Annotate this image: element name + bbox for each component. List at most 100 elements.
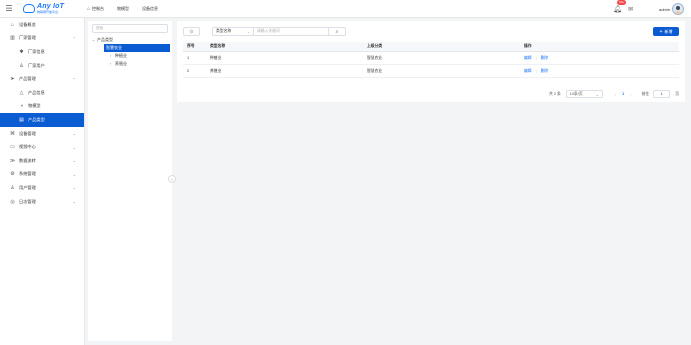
sidebar-item-label: 厂家管理	[19, 35, 36, 41]
username[interactable]: admin	[659, 7, 670, 12]
sidebar-item-device-overview[interactable]: ⌂ 设备概览	[0, 18, 84, 32]
chevron-down-icon: ⌄	[72, 158, 76, 164]
chevron-down-icon: ⌄	[72, 144, 76, 150]
tree-node-selected[interactable]: 智慧农业	[104, 44, 170, 52]
search-input[interactable]: 请输入关键词	[254, 27, 329, 36]
forward-icon: ≫	[9, 157, 16, 164]
page-size-value: 10条/页	[569, 91, 583, 96]
search-button[interactable]: ⌕	[329, 27, 346, 36]
sidebar-item-label: 产品信息	[28, 89, 45, 95]
device-icon: ⌘	[10, 130, 15, 137]
sidebar-item-user-management[interactable]: ♙ 用户管理 ⌄	[0, 181, 84, 195]
chevron-up-icon: ⌃	[72, 76, 76, 82]
tree-node-child[interactable]: › 养殖业	[88, 60, 172, 68]
avatar[interactable]	[672, 3, 684, 15]
reset-button[interactable]: ⊙	[183, 27, 200, 36]
divider: |	[535, 69, 537, 73]
sidebar-item-data-flow[interactable]: ≫ 数据流转 ⌄	[0, 154, 84, 168]
cell-type-name: 种植业	[210, 55, 222, 60]
sidebar-item-thing-model[interactable]: ◑ 物模型	[0, 100, 84, 114]
edit-link[interactable]: 编辑	[524, 56, 532, 61]
chevron-up-icon: ⌃	[72, 35, 76, 41]
sidebar-item-device-management[interactable]: ⌘ 设备管理 ⌄	[0, 127, 84, 141]
sidebar-item-product-management[interactable]: ➤ 产品管理 ⌃	[0, 72, 84, 86]
sidebar-item-vendor-users[interactable]: ♙ 厂家用户	[0, 59, 84, 73]
goto-label: 前往	[641, 91, 650, 96]
delete-link[interactable]: 删除	[541, 56, 549, 61]
search-toolbar: ⊙ 类型名称 ⌄ 请输入关键词 ⌕	[183, 27, 346, 36]
data-table: 序号 类型名称 上级分类 操作 1 种植业 智慧农业 编辑 | 删除 2 养殖业…	[183, 42, 679, 78]
table-header-row: 序号 类型名称 上级分类 操作	[183, 42, 679, 52]
table-row: 1 种植业 智慧农业 编辑 | 删除	[183, 52, 679, 65]
sidebar-item-video-center[interactable]: ▭ 视频中心 ⌄	[0, 140, 84, 154]
table-row: 2 养殖业 智慧农业 编辑 | 删除	[183, 65, 679, 78]
gear-icon: ✱	[19, 48, 24, 55]
tree-node-label: 养殖业	[115, 61, 127, 66]
tree-search-input[interactable]: 搜索	[92, 24, 168, 33]
notification-badge: 99+	[617, 0, 627, 5]
user-icon: ♙	[10, 184, 15, 191]
menu-toggle-icon[interactable]: ☰	[0, 0, 18, 18]
tree-node-child[interactable]: › 种植业	[88, 52, 172, 60]
sidebar-item-vendor-info[interactable]: ✱ 厂家信息	[0, 45, 84, 59]
sidebar-item-product-type[interactable]: ▤ 产品类型	[0, 113, 84, 127]
category-tree-panel: 搜索 ⌄ 产品类型 智慧农业 › 种植业 › 养殖业	[88, 21, 172, 341]
collapse-panel-button[interactable]: ‹	[168, 175, 176, 183]
log-icon: ◎	[10, 198, 15, 205]
sidebar-item-label: 产品类型	[28, 116, 45, 122]
video-icon: ▭	[10, 144, 15, 151]
topnav-thing-model[interactable]: 物模型	[117, 6, 129, 12]
goto-page-input[interactable]: 1	[653, 90, 671, 98]
sidebar-item-product-info[interactable]: △ 产品信息	[0, 86, 84, 100]
home-icon: ⌂	[10, 21, 15, 28]
triangle-icon: △	[19, 89, 24, 96]
page-number-current[interactable]: 1	[622, 92, 624, 96]
cloud-icon	[23, 4, 35, 13]
sidebar-item-label: 系统管理	[19, 171, 36, 177]
sidebar-item-vendor-management[interactable]: ▥ 厂家管理 ⌃	[0, 32, 84, 46]
tree-node-root[interactable]: ⌄ 产品类型	[88, 36, 172, 44]
search-field-select[interactable]: 类型名称 ⌄	[212, 27, 254, 36]
page-size-select[interactable]: 10条/页 ⌄	[565, 90, 603, 98]
page-unit-label: 页	[675, 91, 679, 96]
sidebar-item-label: 产品管理	[19, 76, 36, 82]
add-button[interactable]: + 新增	[653, 27, 679, 36]
sidebar-item-log-management[interactable]: ◎ 日志管理 ⌄	[0, 195, 84, 209]
next-page-button[interactable]: ›	[630, 92, 631, 97]
sidebar-item-system-management[interactable]: ⚙ 系统管理 ⌄	[0, 168, 84, 182]
cell-actions: 编辑 | 删除	[524, 69, 679, 74]
bell-icon: 🔔︎	[613, 6, 623, 13]
message-icon[interactable]: ✉	[628, 6, 633, 13]
topnav-console[interactable]: ⌂ 控制台	[87, 6, 104, 12]
notification-button[interactable]: 🔔︎ 99+	[613, 0, 627, 13]
topnav-label: 设备信息	[142, 5, 159, 11]
column-header: 操作	[524, 44, 532, 48]
send-icon: ➤	[10, 76, 15, 83]
edit-link[interactable]: 编辑	[524, 69, 532, 74]
sidebar-item-label: 物模型	[28, 103, 41, 109]
cell-actions: 编辑 | 删除	[524, 56, 679, 61]
add-button-label: 新增	[664, 28, 673, 34]
home-icon: ⌂	[87, 5, 91, 12]
topnav-device-info[interactable]: 设备信息	[142, 6, 158, 12]
cell-parent: 智慧农业	[367, 55, 383, 60]
cell-index: 1	[187, 56, 190, 60]
top-nav: ⌂ 控制台 物模型 设备信息	[87, 6, 171, 12]
logo-title: Any IoT	[37, 3, 65, 10]
sidebar-item-label: 设备概览	[19, 21, 36, 27]
sidebar-item-label: 厂家用户	[28, 62, 45, 68]
tree-node-label: 智慧农业	[106, 45, 122, 50]
column-header: 序号	[187, 44, 195, 48]
chevron-down-icon: ⌄	[72, 131, 76, 137]
sidebar-item-label: 厂家信息	[28, 48, 45, 54]
header-right: 🔔︎ 99+ ✉ admin	[613, 0, 691, 18]
prev-page-button[interactable]: ‹	[615, 92, 616, 97]
delete-link[interactable]: 删除	[541, 69, 549, 74]
top-header: ☰ Any IoT 物联网开放平台 ⌂ 控制台 物模型 设备信息 🔔︎ 99+	[0, 0, 691, 18]
sidebar-item-label: 视频中心	[19, 144, 36, 150]
chevron-down-icon: ⌄	[72, 199, 76, 205]
chevron-down-icon: ⌄	[246, 29, 250, 34]
tree-node-label: 产品类型	[97, 37, 113, 42]
sidebar-item-label: 用户管理	[19, 184, 36, 190]
sidebar-item-label: 设备管理	[19, 130, 36, 136]
